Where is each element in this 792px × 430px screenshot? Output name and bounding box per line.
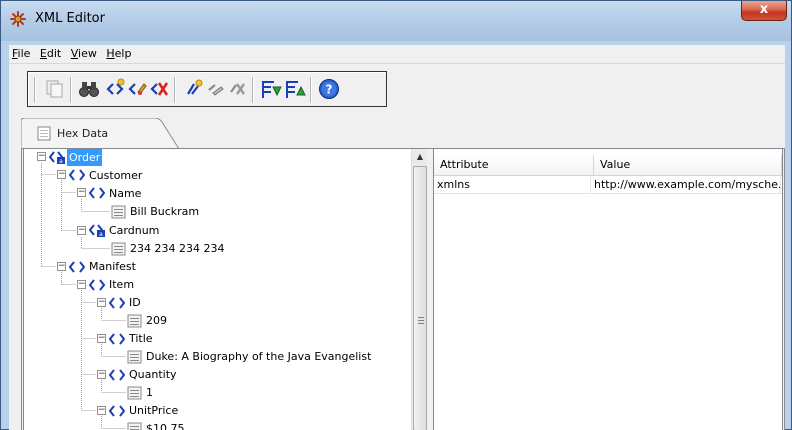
collapse-toggle[interactable]: −: [97, 334, 106, 343]
text-node-icon: [111, 242, 126, 256]
tree-node-manifest[interactable]: Manifest: [87, 258, 138, 275]
element-icon: [109, 369, 125, 381]
tree-node-unitprice[interactable]: UnitPrice: [127, 402, 180, 419]
table-header: Attribute Value: [434, 155, 782, 176]
help-icon[interactable]: ?: [318, 78, 340, 100]
toolbar-separator: [70, 77, 72, 103]
element-with-attributes-icon: a: [89, 224, 105, 237]
scroll-up-arrow-icon[interactable]: ▲: [412, 149, 428, 165]
collapse-toggle[interactable]: −: [97, 406, 106, 415]
text-node-icon: [111, 205, 126, 219]
tree-node-id[interactable]: ID: [127, 294, 143, 311]
svg-text:?: ?: [326, 83, 333, 97]
tree-scrollbar[interactable]: ▲: [411, 149, 427, 430]
tree-node-text[interactable]: 1: [144, 384, 155, 401]
delete-element-icon[interactable]: [148, 78, 170, 100]
text-node-icon: [127, 314, 142, 328]
cell-attribute[interactable]: xmlns: [434, 176, 591, 194]
copy-icon[interactable]: [44, 78, 66, 100]
element-icon: [109, 333, 125, 345]
tree-node-text[interactable]: Bill Buckram: [128, 203, 201, 220]
element-icon: [69, 261, 85, 273]
app-icon: [10, 11, 26, 27]
svg-text:a: a: [59, 158, 63, 164]
toolbar-separator: [174, 77, 176, 103]
collapse-toggle[interactable]: −: [77, 280, 86, 289]
menu-view[interactable]: View: [68, 45, 100, 60]
toolbar-area: ?: [9, 64, 785, 112]
svg-text:a: a: [99, 231, 103, 237]
tree-node-text[interactable]: $10.75: [144, 420, 187, 430]
add-element-icon[interactable]: [104, 78, 126, 100]
move-up-icon[interactable]: [284, 78, 306, 100]
tree-node-order[interactable]: Order: [67, 149, 103, 166]
delete-attribute-icon[interactable]: [226, 78, 248, 100]
scroll-thumb[interactable]: [413, 166, 427, 430]
xml-tree[interactable]: − a Order − Customer − Name Bill Buckram…: [23, 148, 427, 430]
element-icon: [109, 405, 125, 417]
tree-node-text[interactable]: Duke: A Biography of the Java Evangelist: [144, 348, 373, 365]
element-icon: [89, 187, 105, 199]
edit-attribute-icon[interactable]: [204, 78, 226, 100]
tree-node-quantity[interactable]: Quantity: [127, 366, 179, 383]
menu-file[interactable]: File: [9, 45, 33, 60]
column-header-value[interactable]: Value: [594, 155, 782, 175]
tree-node-text[interactable]: 234 234 234 234: [128, 240, 226, 257]
xml-editor-window: XML Editor x File Edit View Help ? Hex D…: [0, 0, 792, 430]
text-node-icon: [127, 386, 142, 400]
tree-node-name[interactable]: Name: [107, 185, 143, 202]
title-bar[interactable]: XML Editor x: [1, 1, 791, 41]
tab-label: Hex Data: [57, 127, 109, 140]
collapse-toggle[interactable]: −: [37, 152, 46, 161]
toolbar-separator: [252, 77, 254, 103]
edit-element-icon[interactable]: [126, 78, 148, 100]
cell-value[interactable]: http://www.example.com/mysche...: [591, 176, 781, 194]
tree-node-customer[interactable]: Customer: [87, 167, 144, 184]
menu-help[interactable]: Help: [103, 45, 134, 60]
text-node-icon: [127, 350, 142, 364]
collapse-toggle[interactable]: −: [77, 188, 86, 197]
binoculars-icon[interactable]: [78, 78, 100, 100]
tab-hex-data[interactable]: Hex Data: [21, 118, 171, 148]
menu-bar: File Edit View Help: [9, 45, 785, 64]
close-button[interactable]: x: [741, 1, 787, 21]
text-node-icon: [127, 422, 142, 430]
element-icon: [109, 297, 125, 309]
menu-edit[interactable]: Edit: [37, 45, 64, 60]
column-header-attribute[interactable]: Attribute: [434, 155, 594, 175]
tree-node-cardnum[interactable]: Cardnum: [107, 222, 161, 239]
element-icon: [89, 279, 105, 291]
toolbar-grip[interactable]: [34, 77, 36, 103]
toolbar: ?: [27, 71, 387, 107]
tree-node-item[interactable]: Item: [107, 276, 136, 293]
collapse-toggle[interactable]: −: [97, 298, 106, 307]
element-icon: [69, 169, 85, 181]
toolbar-separator: [310, 77, 312, 103]
window-title: XML Editor: [35, 11, 105, 26]
collapse-toggle[interactable]: −: [97, 370, 106, 379]
collapse-toggle[interactable]: −: [57, 170, 66, 179]
tree-node-text[interactable]: 209: [144, 312, 169, 329]
collapse-toggle[interactable]: −: [77, 226, 86, 235]
collapse-toggle[interactable]: −: [57, 262, 66, 271]
attributes-table: Attribute Value xmlns http://www.example…: [433, 148, 783, 430]
element-with-attributes-icon: a: [49, 151, 65, 164]
grip-icon: [418, 317, 424, 324]
document-icon: [37, 126, 51, 141]
add-attribute-icon[interactable]: [182, 78, 204, 100]
table-row[interactable]: xmlns http://www.example.com/mysche...: [434, 176, 782, 194]
move-down-icon[interactable]: [260, 78, 282, 100]
tree-node-title[interactable]: Title: [127, 330, 155, 347]
